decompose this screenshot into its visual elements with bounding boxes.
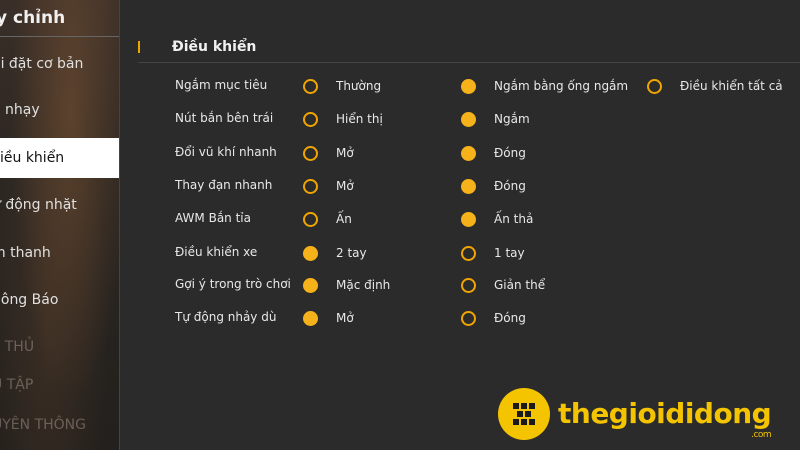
option-radio[interactable]: Ấn thả: [461, 207, 533, 231]
sidebar-item-basic-settings[interactable]: ài đặt cơ bản: [0, 44, 119, 84]
option-radio[interactable]: Thường: [303, 74, 381, 98]
option-label: 2 tay: [336, 246, 367, 260]
settings-panel: Điều khiển Ngắm mục tiêu Thường Ngắm bằn…: [120, 0, 800, 450]
sidebar-item-label: ộ nhạy: [0, 102, 40, 118]
option-label: Giản thể: [494, 278, 546, 292]
section-divider: [138, 62, 800, 63]
sidebar-item-label: ự động nhặt: [0, 197, 77, 213]
setting-row-quick-reload: Thay đạn nhanh Mở Đóng: [120, 174, 800, 198]
sidebar-item-sensitivity[interactable]: ộ nhạy: [0, 90, 119, 130]
radio-selected-icon: [461, 145, 476, 161]
radio-selected-icon: [461, 211, 476, 227]
setting-row-left-fire: Nút bắn bên trái Hiển thị Ngắm: [120, 107, 800, 131]
radio-icon: [303, 211, 318, 227]
sidebar-item-label: U TẬP: [0, 377, 34, 393]
radio-selected-icon: [461, 178, 476, 194]
sidebar-divider: [0, 36, 119, 37]
radio-icon: [303, 178, 318, 194]
brand-name-text: thegioididong: [558, 397, 772, 430]
option-radio[interactable]: 1 tay: [461, 241, 525, 265]
option-radio[interactable]: Đóng: [461, 174, 526, 198]
option-label: Ấn: [336, 212, 352, 226]
sidebar-title: y chỉnh: [0, 8, 66, 28]
setting-label: Đổi vũ khí nhanh: [175, 145, 277, 159]
sidebar-item-label: UYÊN THÔNG: [0, 417, 86, 433]
option-radio[interactable]: Đóng: [461, 306, 526, 330]
radio-icon: [303, 111, 318, 127]
option-radio[interactable]: 2 tay: [303, 241, 367, 265]
option-radio[interactable]: Hiển thị: [303, 107, 383, 131]
option-radio[interactable]: Ngắm: [461, 107, 530, 131]
setting-row-vehicle: Điều khiển xe 2 tay 1 tay: [120, 241, 800, 265]
radio-icon: [461, 277, 476, 293]
radio-selected-icon: [303, 245, 318, 261]
radio-selected-icon: [461, 111, 476, 127]
option-radio[interactable]: Mặc định: [303, 273, 390, 297]
option-radio[interactable]: Ngắm bằng ống ngắm: [461, 74, 628, 98]
option-label: Hiển thị: [336, 112, 383, 126]
option-label: Đóng: [494, 146, 526, 160]
radio-icon: [461, 245, 476, 261]
brand-suffix: .com: [751, 430, 772, 440]
sidebar-item-label: m thanh: [0, 245, 51, 261]
option-radio[interactable]: Mở: [303, 174, 354, 198]
option-label: Mở: [336, 179, 354, 193]
option-label: Mặc định: [336, 278, 391, 292]
sidebar-item-label: iều khiển: [0, 150, 65, 166]
option-label: Ấn thả: [494, 212, 534, 226]
sidebar-item-controls[interactable]: iều khiển: [0, 138, 119, 178]
setting-label: Ngắm mục tiêu: [175, 78, 268, 92]
sidebar-item-faded-1: ỳ THỦ: [0, 327, 119, 367]
option-label: Đóng: [494, 311, 526, 325]
brand-logo-icon: [498, 388, 550, 440]
sidebar-item-label: ỳ THỦ: [0, 339, 35, 355]
brand-name: thegioididong .com: [558, 397, 772, 440]
option-label: Thường: [336, 79, 382, 93]
radio-icon: [461, 310, 476, 326]
sidebar-item-faded-2: U TẬP: [0, 365, 119, 405]
setting-label: AWM Bắn tỉa: [175, 211, 251, 225]
setting-row-aim: Ngắm mục tiêu Thường Ngắm bằng ống ngắm …: [120, 74, 800, 98]
option-label: Mở: [336, 311, 354, 325]
setting-label: Tự động nhảy dù: [175, 310, 277, 324]
sidebar-item-faded-3: UYÊN THÔNG: [0, 405, 119, 445]
setting-row-game-hints: Gợi ý trong trò chơi Mặc định Giản thể: [120, 273, 800, 297]
option-label: Ngắm: [494, 112, 530, 126]
setting-row-quick-switch: Đổi vũ khí nhanh Mở Đóng: [120, 141, 800, 165]
section-header: Điều khiển: [138, 36, 256, 58]
setting-label: Nút bắn bên trái: [175, 111, 274, 125]
radio-selected-icon: [303, 310, 318, 326]
setting-label: Gợi ý trong trò chơi: [175, 277, 291, 291]
option-radio[interactable]: Ấn: [303, 207, 352, 231]
section-marker: [138, 41, 140, 53]
setting-row-awm: AWM Bắn tỉa Ấn Ấn thả: [120, 207, 800, 231]
radio-icon: [303, 145, 318, 161]
option-radio[interactable]: Điều khiển tất cả: [647, 74, 783, 98]
radio-selected-icon: [461, 78, 476, 94]
radio-icon: [647, 78, 662, 94]
option-radio[interactable]: Giản thể: [461, 273, 545, 297]
sidebar-item-notifications[interactable]: hông Báo: [0, 280, 119, 320]
setting-row-auto-parachute: Tự động nhảy dù Mở Đóng: [120, 306, 800, 330]
sidebar-item-label: ài đặt cơ bản: [0, 56, 84, 72]
sidebar-item-auto-pickup[interactable]: ự động nhặt: [0, 185, 119, 225]
sidebar-item-label: hông Báo: [0, 292, 59, 308]
option-label: Điều khiển tất cả: [680, 79, 783, 93]
option-radio[interactable]: Đóng: [461, 141, 526, 165]
radio-selected-icon: [303, 277, 318, 293]
option-radio[interactable]: Mở: [303, 306, 354, 330]
option-label: Đóng: [494, 179, 526, 193]
sidebar-item-sound[interactable]: m thanh: [0, 233, 119, 273]
setting-label: Thay đạn nhanh: [175, 178, 273, 192]
sidebar: y chỉnh ài đặt cơ bản ộ nhạy iều khiển ự…: [0, 0, 120, 450]
radio-icon: [303, 78, 318, 94]
option-label: Ngắm bằng ống ngắm: [494, 79, 629, 93]
option-label: 1 tay: [494, 246, 525, 260]
option-radio[interactable]: Mở: [303, 141, 354, 165]
option-label: Mở: [336, 146, 354, 160]
setting-label: Điều khiển xe: [175, 245, 258, 259]
watermark-logo: thegioididong .com: [498, 388, 772, 440]
section-title: Điều khiển: [172, 39, 257, 55]
